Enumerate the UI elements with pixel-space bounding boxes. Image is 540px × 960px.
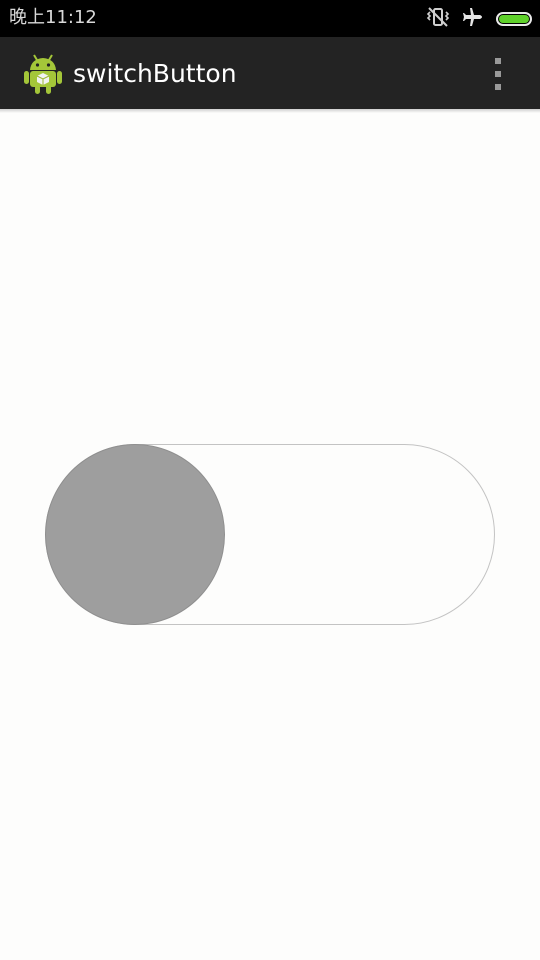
switch-thumb[interactable] [45,444,225,625]
overflow-menu-dot [495,84,501,90]
android-robot-icon [22,51,64,95]
overflow-menu-dot [495,58,501,64]
status-icons [426,7,532,31]
airplane-mode-icon [462,6,484,32]
status-time: 晚上11:12 [9,7,97,28]
overflow-menu-dot [495,71,501,77]
action-bar-shadow [0,109,540,113]
status-bar: 晚上11:12 [0,0,540,37]
action-bar: switchButton [0,37,540,109]
overflow-menu-icon[interactable] [484,55,512,93]
app-title: switchButton [73,59,237,88]
switch-button[interactable] [45,444,495,625]
battery-icon [496,12,532,26]
battery-level-fill [499,15,529,23]
vibrate-off-icon [426,6,450,32]
